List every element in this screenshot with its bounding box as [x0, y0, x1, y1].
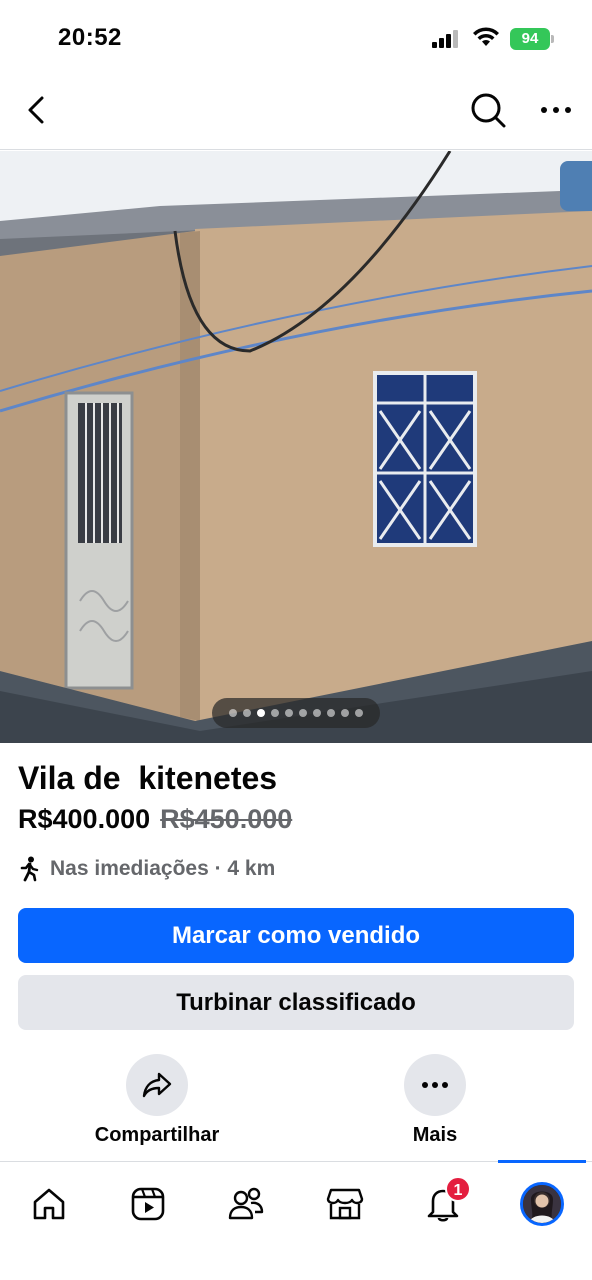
marketplace-icon: [326, 1188, 364, 1220]
carousel-dot: [257, 709, 265, 717]
listing-location: Nas imediações · 4 km: [18, 854, 275, 884]
status-bar: 20:52 94: [0, 0, 592, 78]
listing-title: Vila de kitenetes: [18, 760, 278, 796]
more-button[interactable]: [404, 1054, 466, 1116]
listing-photo[interactable]: [0, 151, 592, 743]
header: [0, 78, 592, 150]
nav-home[interactable]: [19, 1180, 79, 1228]
carousel-dot: [327, 709, 335, 717]
share-icon: [142, 1072, 172, 1098]
carousel-dot: [229, 709, 237, 717]
profile-avatar: [520, 1182, 564, 1226]
nav-marketplace[interactable]: [315, 1180, 375, 1228]
price-row: R$400.000 R$450.000: [18, 804, 292, 835]
carousel-dot: [299, 709, 307, 717]
more-action[interactable]: Mais: [335, 1054, 535, 1147]
walking-icon: [20, 856, 39, 882]
boost-listing-button[interactable]: Turbinar classificado: [18, 975, 574, 1030]
carousel-dot: [355, 709, 363, 717]
home-icon: [33, 1188, 65, 1220]
nav-video[interactable]: [118, 1180, 178, 1228]
more-horizontal-icon[interactable]: [536, 92, 576, 128]
mark-sold-button[interactable]: Marcar como vendido: [18, 908, 574, 963]
location-text: Nas imediações · 4 km: [50, 857, 276, 880]
house-photo-illustration: [0, 151, 592, 743]
carousel-dot: [285, 709, 293, 717]
share-action[interactable]: Compartilhar: [57, 1054, 257, 1147]
notification-badge: 1: [445, 1176, 471, 1202]
bottom-nav: 1: [0, 1160, 592, 1280]
battery-level: 94: [521, 30, 539, 47]
avatar-image: [523, 1185, 561, 1223]
carousel-dot: [313, 709, 321, 717]
nav-profile[interactable]: [512, 1180, 572, 1228]
battery-icon: 94: [510, 28, 554, 50]
nav-friends[interactable]: [216, 1180, 276, 1228]
share-label: Compartilhar: [94, 1124, 220, 1146]
status-time: 20:52: [58, 24, 122, 51]
listing-price: R$400.000: [18, 804, 151, 834]
more-horizontal-icon: [422, 1082, 448, 1088]
signal-icon: [432, 30, 462, 48]
carousel-dot: [341, 709, 349, 717]
share-button[interactable]: [126, 1054, 188, 1116]
more-label: Mais: [412, 1124, 458, 1146]
carousel-dot: [271, 709, 279, 717]
friends-icon: [228, 1187, 264, 1220]
nav-notifications[interactable]: 1: [413, 1176, 473, 1228]
wifi-icon: [473, 27, 499, 46]
search-icon[interactable]: [468, 90, 508, 130]
chevron-left-icon[interactable]: [20, 92, 56, 128]
carousel-indicator: [212, 698, 380, 728]
nav-active-indicator: [498, 1160, 586, 1163]
carousel-dot: [243, 709, 251, 717]
listing-old-price: R$450.000: [160, 804, 293, 834]
video-icon: [131, 1187, 165, 1221]
